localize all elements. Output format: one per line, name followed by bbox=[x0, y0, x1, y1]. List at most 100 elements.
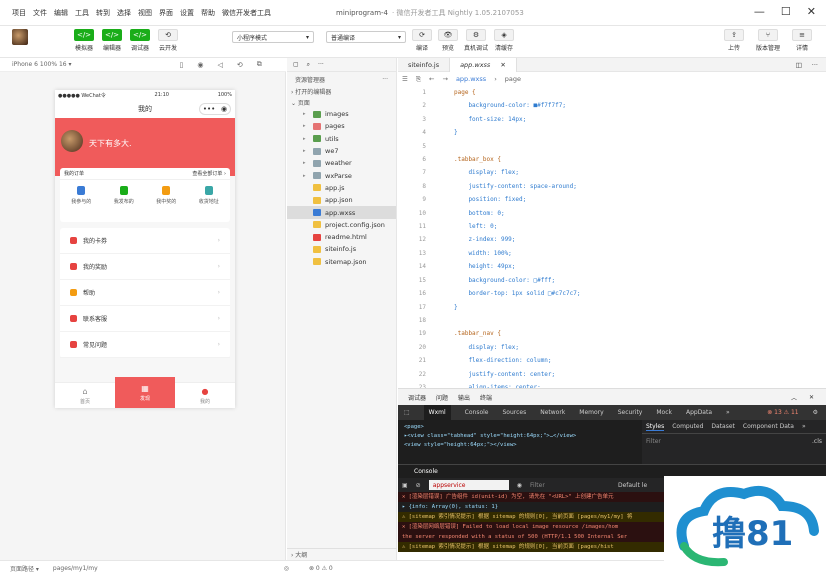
toolbar-button[interactable]: </> 编辑器 bbox=[102, 29, 122, 52]
order-all-link[interactable]: 查看全部订单 › bbox=[192, 170, 226, 177]
folder-item[interactable]: ▸ wxParse bbox=[287, 169, 396, 181]
bookmark-icon[interactable]: ⎘ bbox=[416, 75, 421, 84]
open-editors-section[interactable]: › 打开的编辑器 bbox=[287, 86, 396, 97]
phone-tab[interactable]: ● 我的 bbox=[175, 383, 235, 408]
breadcrumb-selector[interactable]: page bbox=[505, 75, 521, 83]
more-icon[interactable]: ••• bbox=[203, 105, 215, 113]
context-select[interactable]: appservice bbox=[428, 480, 509, 490]
toolbar-button[interactable]: ◈ 清缓存 bbox=[494, 29, 515, 52]
folder-item[interactable]: ▸ pages bbox=[287, 120, 396, 132]
styles-tab[interactable]: Styles bbox=[646, 423, 665, 431]
target-icon[interactable]: ◉ bbox=[221, 105, 227, 113]
split-editor-icon[interactable]: ◫ bbox=[796, 61, 802, 69]
styles-tab[interactable]: Dataset bbox=[711, 423, 735, 430]
file-item[interactable]: app.js bbox=[287, 182, 396, 194]
breadcrumb-file[interactable]: app.wxss bbox=[456, 75, 486, 83]
phone-tab[interactable]: ▦ 发现 bbox=[115, 377, 175, 408]
devtools-tab[interactable]: Mock bbox=[656, 409, 672, 416]
eye-icon[interactable]: ◉ bbox=[517, 482, 522, 489]
file-item[interactable]: siteinfo.js bbox=[287, 243, 396, 255]
menu-item[interactable]: 界面 bbox=[159, 8, 173, 18]
compile-select[interactable]: 普通编译 ▾ bbox=[326, 31, 406, 43]
menu-item[interactable]: 微信开发者工具 bbox=[222, 8, 271, 18]
toolbar-button[interactable]: 👁 预览 bbox=[438, 29, 458, 52]
devtools-top-tab[interactable]: 终端 bbox=[480, 393, 492, 402]
rotate-icon[interactable]: ⟲ bbox=[237, 61, 243, 69]
more-icon[interactable]: ··· bbox=[812, 61, 818, 69]
phone-icon[interactable]: ▯ bbox=[180, 61, 184, 69]
files-icon[interactable]: ▢ bbox=[293, 61, 299, 68]
sidebar-toggle-icon[interactable]: ▣ bbox=[402, 482, 408, 489]
styles-tab[interactable]: Component Data bbox=[743, 423, 794, 430]
outline-section[interactable]: › 大纲 bbox=[287, 548, 397, 559]
menu-row[interactable]: 帮助 › bbox=[60, 280, 230, 306]
project-root-section[interactable]: ⌄ 页面 bbox=[287, 97, 396, 108]
record-icon[interactable]: ◉ bbox=[197, 61, 203, 69]
settings-icon[interactable]: ⚙ bbox=[813, 409, 818, 416]
devtools-tab[interactable]: AppData bbox=[686, 409, 712, 416]
folder-item[interactable]: ▸ weather bbox=[287, 157, 396, 169]
folder-item[interactable]: ▸ images bbox=[287, 108, 396, 120]
error-count[interactable]: ⊗ 13 ⚠ 11 bbox=[767, 409, 798, 416]
toolbar-button[interactable]: ⟳ 编译 bbox=[412, 29, 432, 52]
menu-item[interactable]: 选择 bbox=[117, 8, 131, 18]
more-icon[interactable]: ··· bbox=[318, 61, 324, 68]
devtools-tab[interactable]: » bbox=[726, 409, 730, 416]
toolbar-button[interactable]: ⑂ 版本管理 bbox=[756, 29, 780, 52]
page-path-label[interactable]: 页面路径 ▾ bbox=[10, 564, 39, 573]
toolbar-button[interactable]: ⟲ 云开发 bbox=[158, 29, 178, 52]
order-op[interactable]: 我参与的 bbox=[71, 186, 91, 205]
avatar[interactable] bbox=[61, 130, 83, 152]
toolbar-button[interactable]: ⇪ 上传 bbox=[724, 29, 744, 52]
wxml-tree[interactable]: <page> ▸<view class="tabhead" style="hei… bbox=[398, 420, 642, 464]
file-item[interactable]: project.config.json bbox=[287, 219, 396, 231]
menu-item[interactable]: 项目 bbox=[12, 8, 26, 18]
devtools-tab[interactable]: Wxml bbox=[423, 405, 451, 420]
devtools-top-tab[interactable]: 输出 bbox=[458, 393, 470, 402]
menu-item[interactable]: 工具 bbox=[75, 8, 89, 18]
menu-item[interactable]: 转到 bbox=[96, 8, 110, 18]
file-item[interactable]: app.json bbox=[287, 194, 396, 206]
devtools-tab[interactable]: Console bbox=[465, 409, 489, 416]
devtools-top-tab[interactable]: 调试器 bbox=[408, 393, 426, 402]
maximize-icon[interactable]: ☐ bbox=[781, 5, 791, 18]
file-item[interactable]: sitemap.json bbox=[287, 256, 396, 268]
menu-row[interactable]: 常见问题 › bbox=[60, 332, 230, 358]
devtools-tab[interactable]: Network bbox=[540, 409, 565, 416]
menu-item[interactable]: 视图 bbox=[138, 8, 152, 18]
devtools-tab[interactable]: Sources bbox=[503, 409, 527, 416]
phone-tab[interactable]: ⌂ 首页 bbox=[55, 383, 115, 408]
volume-icon[interactable]: ◁ bbox=[217, 61, 222, 69]
more-icon[interactable]: ··· bbox=[382, 76, 388, 83]
order-op[interactable]: 我发布的 bbox=[114, 186, 134, 205]
menu-item[interactable]: 编辑 bbox=[54, 8, 68, 18]
wxml-node[interactable]: <page> bbox=[404, 423, 636, 432]
devtools-tab[interactable]: Memory bbox=[579, 409, 603, 416]
styles-tab[interactable]: » bbox=[802, 423, 806, 430]
order-op[interactable]: 我中奖的 bbox=[156, 186, 176, 205]
code-lines[interactable]: 1 page {2 background-color: ■#f7f7f7; 3 fo… bbox=[398, 86, 826, 394]
menu-row[interactable]: 我的卡券 › bbox=[60, 228, 230, 254]
folder-item[interactable]: ▸ utils bbox=[287, 133, 396, 145]
popout-icon[interactable]: ⧉ bbox=[257, 60, 262, 69]
device-select[interactable]: iPhone 6 100% 16 ▾ bbox=[12, 61, 72, 68]
toolbar-button[interactable]: </> 调试器 bbox=[130, 29, 150, 52]
minimize-icon[interactable]: — bbox=[754, 5, 765, 18]
forward-icon[interactable]: → bbox=[442, 75, 447, 83]
close-icon[interactable]: ✕ bbox=[500, 61, 505, 69]
tab-app-wxss[interactable]: app.wxss ✕ bbox=[450, 57, 517, 72]
menu-item[interactable]: 文件 bbox=[33, 8, 47, 18]
menu-row[interactable]: 我的奖励 › bbox=[60, 254, 230, 280]
chevron-up-icon[interactable]: ︿ bbox=[791, 393, 797, 402]
list-icon[interactable]: ☰ bbox=[402, 75, 408, 83]
toolbar-button[interactable]: ⚙ 真机调试 bbox=[464, 29, 488, 52]
mode-select[interactable]: 小程序模式 ▾ bbox=[232, 31, 314, 43]
cls-toggle[interactable]: .cls bbox=[812, 438, 822, 445]
devtools-top-tab[interactable]: 问题 bbox=[436, 393, 448, 402]
back-icon[interactable]: ← bbox=[429, 75, 434, 83]
order-op[interactable]: 收货地址 bbox=[199, 186, 219, 205]
toolbar-button[interactable]: ≡ 详情 bbox=[792, 29, 813, 52]
wxml-node[interactable]: <view style="height:64px;"></view> bbox=[404, 441, 636, 450]
log-levels-select[interactable]: Default le bbox=[618, 482, 647, 489]
devtools-tab[interactable]: Security bbox=[618, 409, 643, 416]
